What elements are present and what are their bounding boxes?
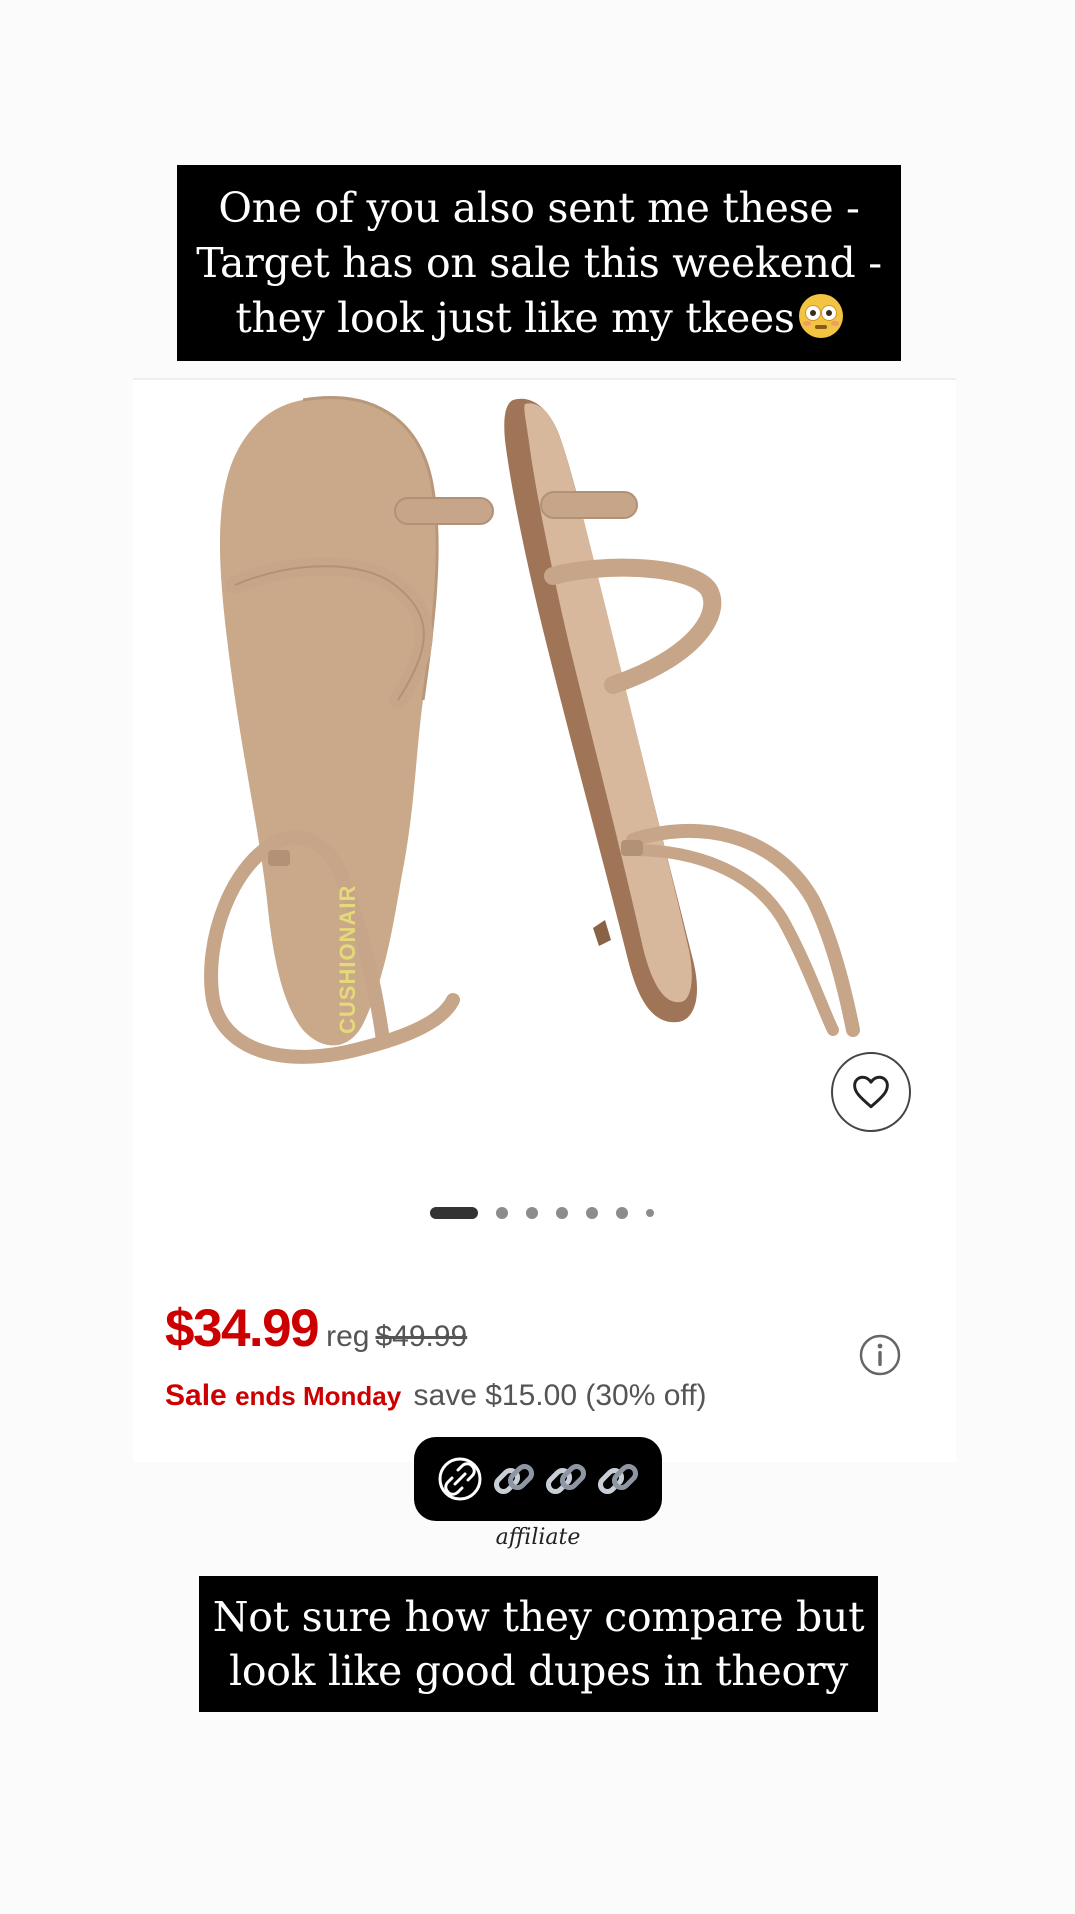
caption-bottom: Not sure how they compare but look like … bbox=[199, 1576, 878, 1712]
reg-label: reg bbox=[326, 1320, 370, 1353]
carousel-dots[interactable] bbox=[133, 1202, 956, 1222]
caption-top-line-2: Target has on sale this weekend - bbox=[196, 239, 882, 287]
info-icon[interactable] bbox=[859, 1334, 901, 1376]
carousel-dot[interactable] bbox=[556, 1207, 568, 1219]
link-sticker[interactable] bbox=[414, 1437, 662, 1521]
carousel-dot[interactable] bbox=[496, 1207, 508, 1219]
favorite-button[interactable] bbox=[831, 1052, 911, 1132]
caption-top-line-3: they look just like my tkees bbox=[235, 294, 795, 342]
heart-icon bbox=[853, 1075, 889, 1109]
product-image[interactable]: CUSHIONAIR bbox=[133, 380, 956, 1180]
carousel-dot[interactable] bbox=[646, 1209, 654, 1217]
price-row: $34.99 reg $49.99 bbox=[165, 1298, 467, 1359]
sale-ends-prefix: Sale bbox=[165, 1379, 227, 1412]
caption-top-line-1: One of you also sent me these - bbox=[218, 184, 860, 232]
caption-bottom-line-2: look like good dupes in theory bbox=[229, 1647, 848, 1695]
sale-ends-suffix: ends Monday bbox=[235, 1381, 402, 1411]
caption-bottom-line-1: Not sure how they compare but bbox=[212, 1593, 865, 1641]
chain-link-emoji-icon bbox=[493, 1463, 535, 1495]
carousel-dot[interactable] bbox=[526, 1207, 538, 1219]
sale-row: Sale ends Monday save $15.00 (30% off) bbox=[165, 1379, 707, 1413]
brand-imprint: CUSHIONAIR bbox=[335, 885, 360, 1034]
sale-price: $34.99 bbox=[165, 1299, 320, 1358]
flushed-face-emoji-icon bbox=[798, 294, 843, 338]
caption-top: One of you also sent me these - Target h… bbox=[177, 165, 901, 361]
left-sandal: CUSHIONAIR bbox=[204, 396, 494, 1064]
sale-ends: Sale ends Monday bbox=[165, 1379, 401, 1412]
chain-link-emoji-icon bbox=[597, 1463, 639, 1495]
affiliate-label: affiliate bbox=[495, 1525, 581, 1550]
product-card: CUSHIONAIR $34.99 reg $49.99 Sale ends Mon… bbox=[133, 378, 956, 1462]
save-text: save $15.00 (30% off) bbox=[413, 1379, 707, 1412]
link-icon bbox=[438, 1457, 482, 1501]
chain-link-emoji-icon bbox=[545, 1463, 587, 1495]
carousel-dot[interactable] bbox=[616, 1207, 628, 1219]
carousel-dot[interactable] bbox=[586, 1207, 598, 1219]
right-sandal bbox=[504, 398, 860, 1037]
carousel-dot-active[interactable] bbox=[430, 1207, 478, 1219]
reg-price: $49.99 bbox=[375, 1320, 468, 1353]
caption-top-line-3-wrap: they look just like my tkees bbox=[177, 291, 901, 346]
